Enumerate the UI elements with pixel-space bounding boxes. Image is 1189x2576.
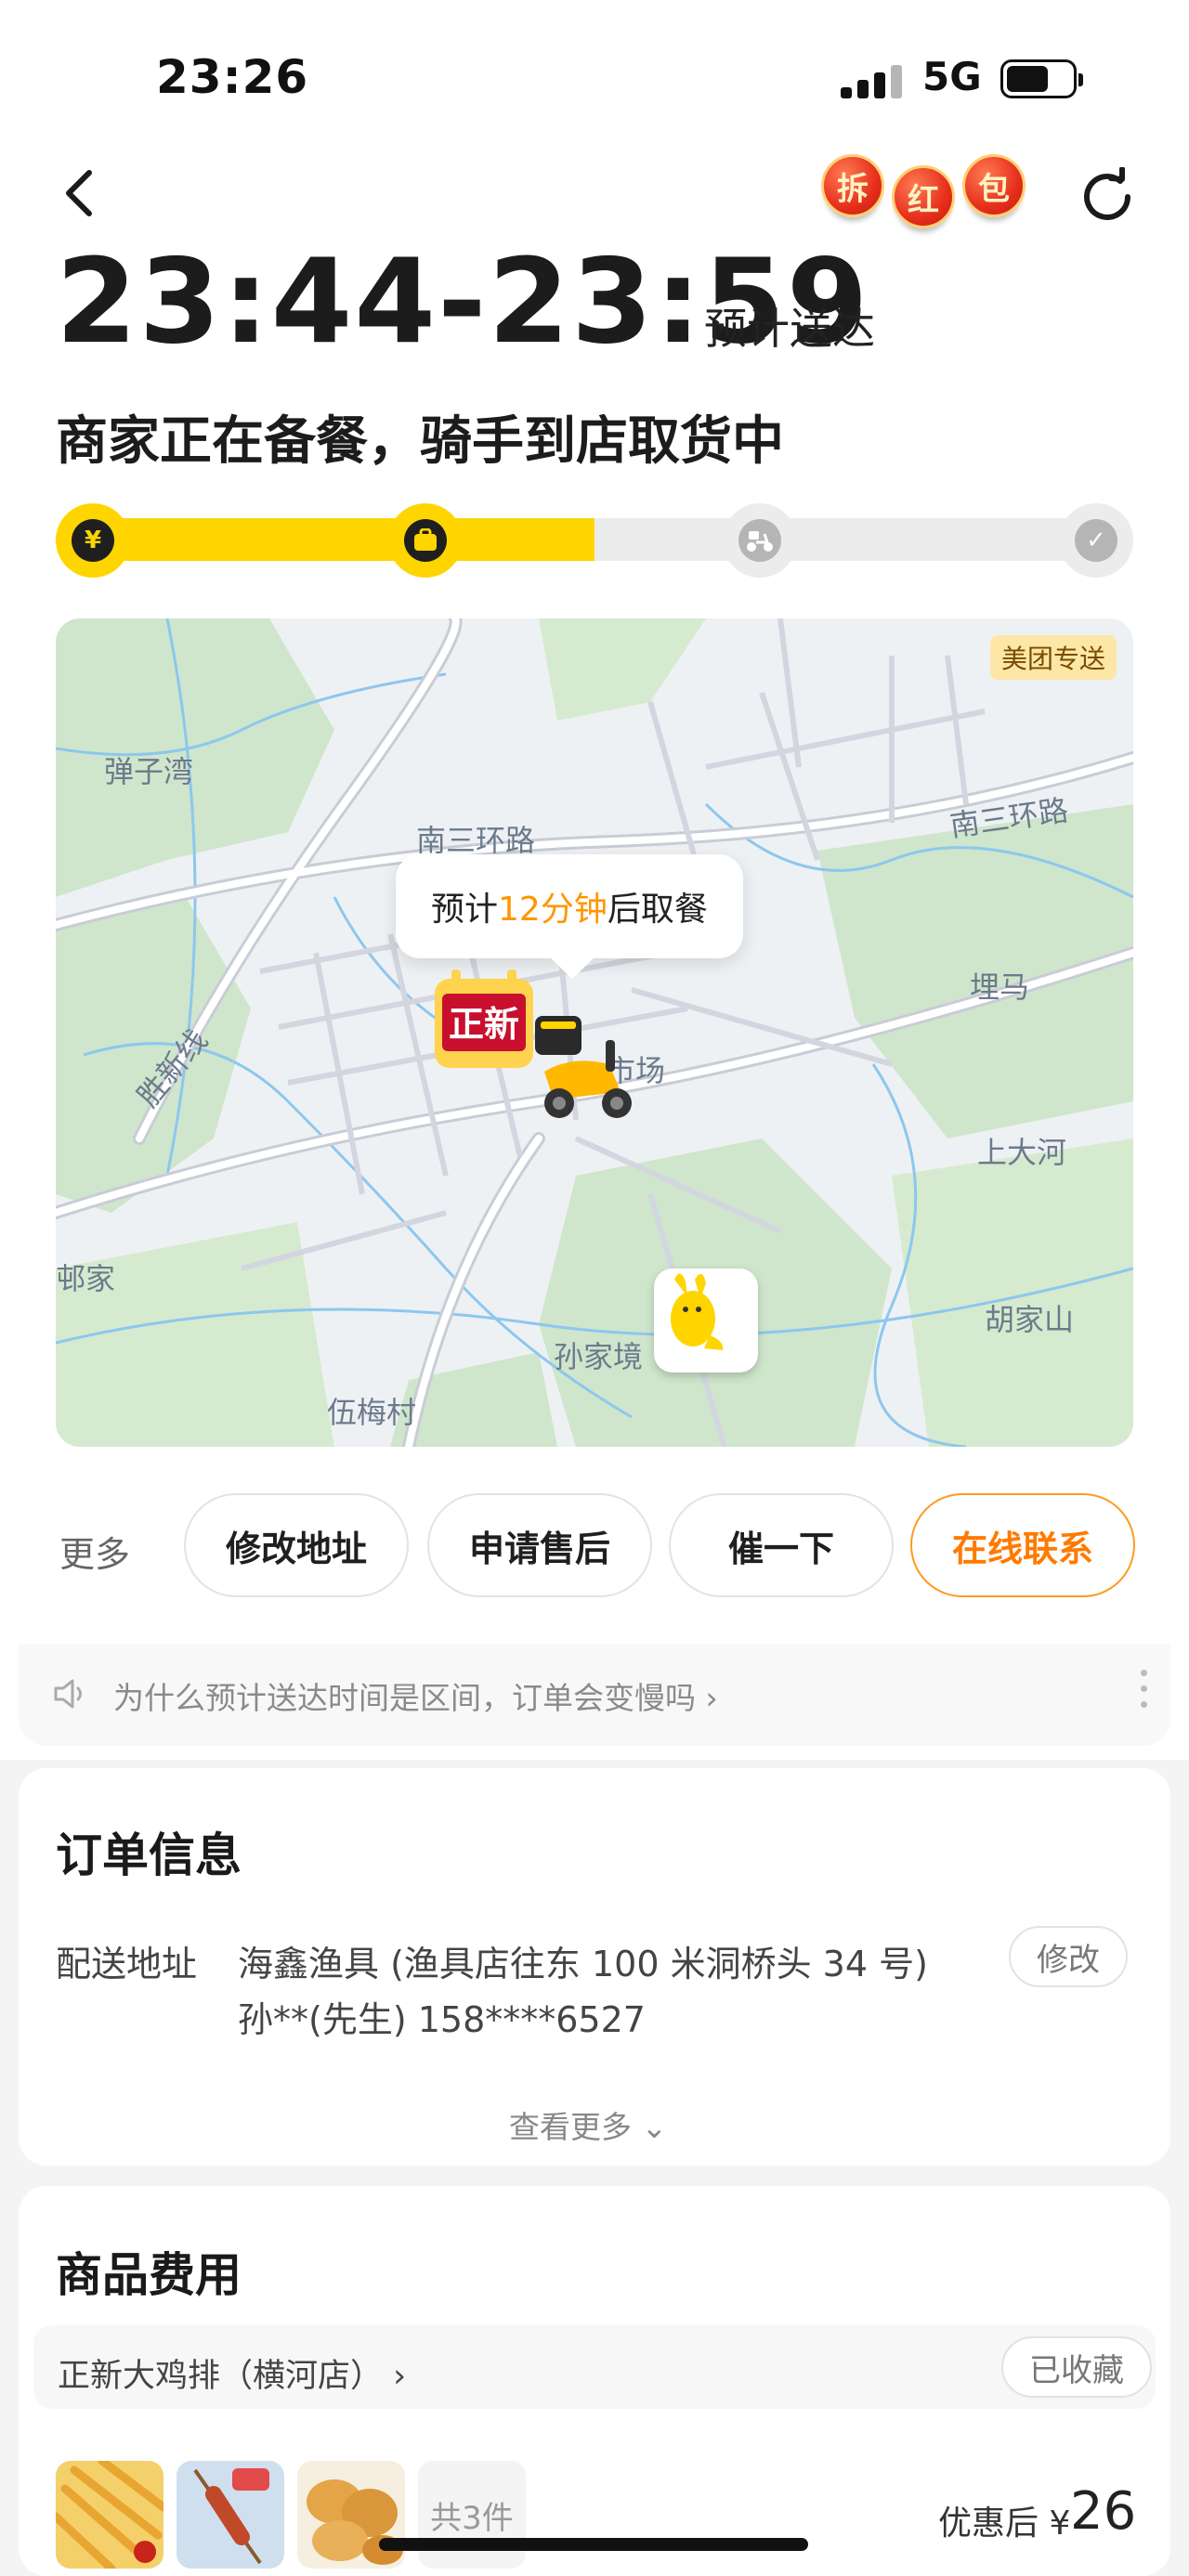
urge-order-button[interactable]: 催一下 <box>669 1493 894 1597</box>
status-time: 23:26 <box>156 50 309 104</box>
skewer-image <box>176 2461 284 2569</box>
map-place-label: 伍梅村 <box>327 1395 417 1430</box>
speaker-icon <box>54 1679 82 1709</box>
bubble-prefix: 预计 <box>431 891 499 929</box>
yen-icon: ¥ <box>72 519 114 562</box>
more-actions-button[interactable]: 更多 <box>59 1526 130 1577</box>
edit-address-button[interactable]: 修改地址 <box>184 1493 409 1597</box>
step-paid: ¥ <box>56 503 130 578</box>
map-place-label: 胡家山 <box>985 1302 1075 1337</box>
signal-icon <box>841 63 906 98</box>
meituan-delivery-tag: 美团专送 <box>989 635 1117 680</box>
pickup-eta-bubble: 预计 12分钟 后取餐 <box>396 854 743 980</box>
order-status-title: 商家正在备餐，骑手到店取货中 <box>56 411 784 472</box>
battery-icon <box>1000 59 1083 98</box>
store-badge-text: 正新 <box>449 1004 519 1045</box>
scooter-rider-icon <box>535 1016 632 1118</box>
step-delivering <box>723 503 797 578</box>
favorite-button[interactable]: 已收藏 <box>1001 2336 1152 2398</box>
step-delivered: ✓ <box>1059 503 1133 578</box>
eta-label: 预计送达 <box>704 304 875 354</box>
map-place-label: 邨家 <box>56 1261 116 1296</box>
price-label: 优惠后 ¥ <box>938 2504 1071 2543</box>
scooter-icon <box>738 519 781 562</box>
nuggets-image <box>297 2461 405 2569</box>
goods-fee-title: 商品费用 <box>56 2248 242 2302</box>
rider-marker[interactable] <box>516 1007 647 1127</box>
redpack-char: 包 <box>962 154 1026 217</box>
goods-fee-card: 商品费用 正新大鸡排（横河店） › 已收藏 共3件 优惠后 ¥ 26 <box>19 2186 1170 2576</box>
map-place-label: 埋马 <box>970 969 1030 1005</box>
edit-address-small-button[interactable]: 修改 <box>1009 1926 1128 1987</box>
bubble-suffix: 后取餐 <box>607 891 708 929</box>
delivery-map[interactable]: 美团专送 弹子湾 南三环路 南三环路 胜新线 市场 埋马 上大河 邨家 胡家山 … <box>56 618 1133 1447</box>
request-after-sale-button[interactable]: 申请售后 <box>427 1493 652 1597</box>
notice-text: 为什么预计送达时间是区间，订单会变慢吗 › <box>113 1680 718 1716</box>
shop-row[interactable]: 正新大鸡排（横河店） › 已收藏 <box>33 2325 1156 2409</box>
home-indicator[interactable] <box>379 2538 808 2551</box>
user-location-marker[interactable] <box>654 1268 758 1373</box>
product-thumbnail-nuggets[interactable] <box>297 2461 405 2569</box>
shop-name[interactable]: 正新大鸡排（横河店） › <box>58 2349 406 2397</box>
contact-online-button[interactable]: 在线联系 <box>910 1493 1135 1597</box>
back-button[interactable] <box>58 167 102 219</box>
network-label: 5G <box>922 54 982 99</box>
chevron-left-icon <box>66 170 92 216</box>
address-line: 海鑫渔具 (渔具店往东 100 米洞桥头 34 号) <box>238 1944 928 1984</box>
see-more-button[interactable]: 查看更多 ⌄ <box>509 2102 667 2147</box>
progress-fill <box>56 518 594 561</box>
product-thumbnail-fries[interactable] <box>56 2461 163 2569</box>
shop-bag-icon <box>404 519 447 562</box>
check-icon: ✓ <box>1075 519 1117 562</box>
address-label: 配送地址 <box>56 1944 198 1984</box>
item-count[interactable]: 共3件 <box>418 2461 526 2569</box>
step-preparing <box>388 503 463 578</box>
map-place-label: 上大河 <box>977 1135 1067 1170</box>
redpack-char: 拆 <box>821 154 884 217</box>
fries-image <box>56 2461 163 2569</box>
refresh-button[interactable] <box>1078 166 1137 227</box>
price-value: 26 <box>1070 2481 1137 2542</box>
redpack-char: 红 <box>892 165 955 228</box>
order-info-card: 订单信息 配送地址 海鑫渔具 (渔具店往东 100 米洞桥头 34 号) 孙**… <box>19 1768 1170 2166</box>
bubble-highlight: 12分钟 <box>498 891 608 929</box>
more-vertical-icon[interactable] <box>1141 1670 1150 1716</box>
refresh-icon <box>1084 166 1130 220</box>
map-place-label: 弹子湾 <box>104 754 194 789</box>
order-info-title: 订单信息 <box>56 1828 242 1882</box>
product-thumbnail-skewer[interactable] <box>176 2461 284 2569</box>
recipient-line: 孙**(先生) 158****6527 <box>238 1999 646 2040</box>
map-place-label: 孙家境 <box>554 1339 644 1374</box>
eta-explanation-notice[interactable]: 为什么预计送达时间是区间，订单会变慢吗 › <box>19 1644 1170 1746</box>
kangaroo-icon <box>671 1273 724 1350</box>
open-red-packet-button[interactable]: 拆 红 包 <box>821 154 1026 238</box>
